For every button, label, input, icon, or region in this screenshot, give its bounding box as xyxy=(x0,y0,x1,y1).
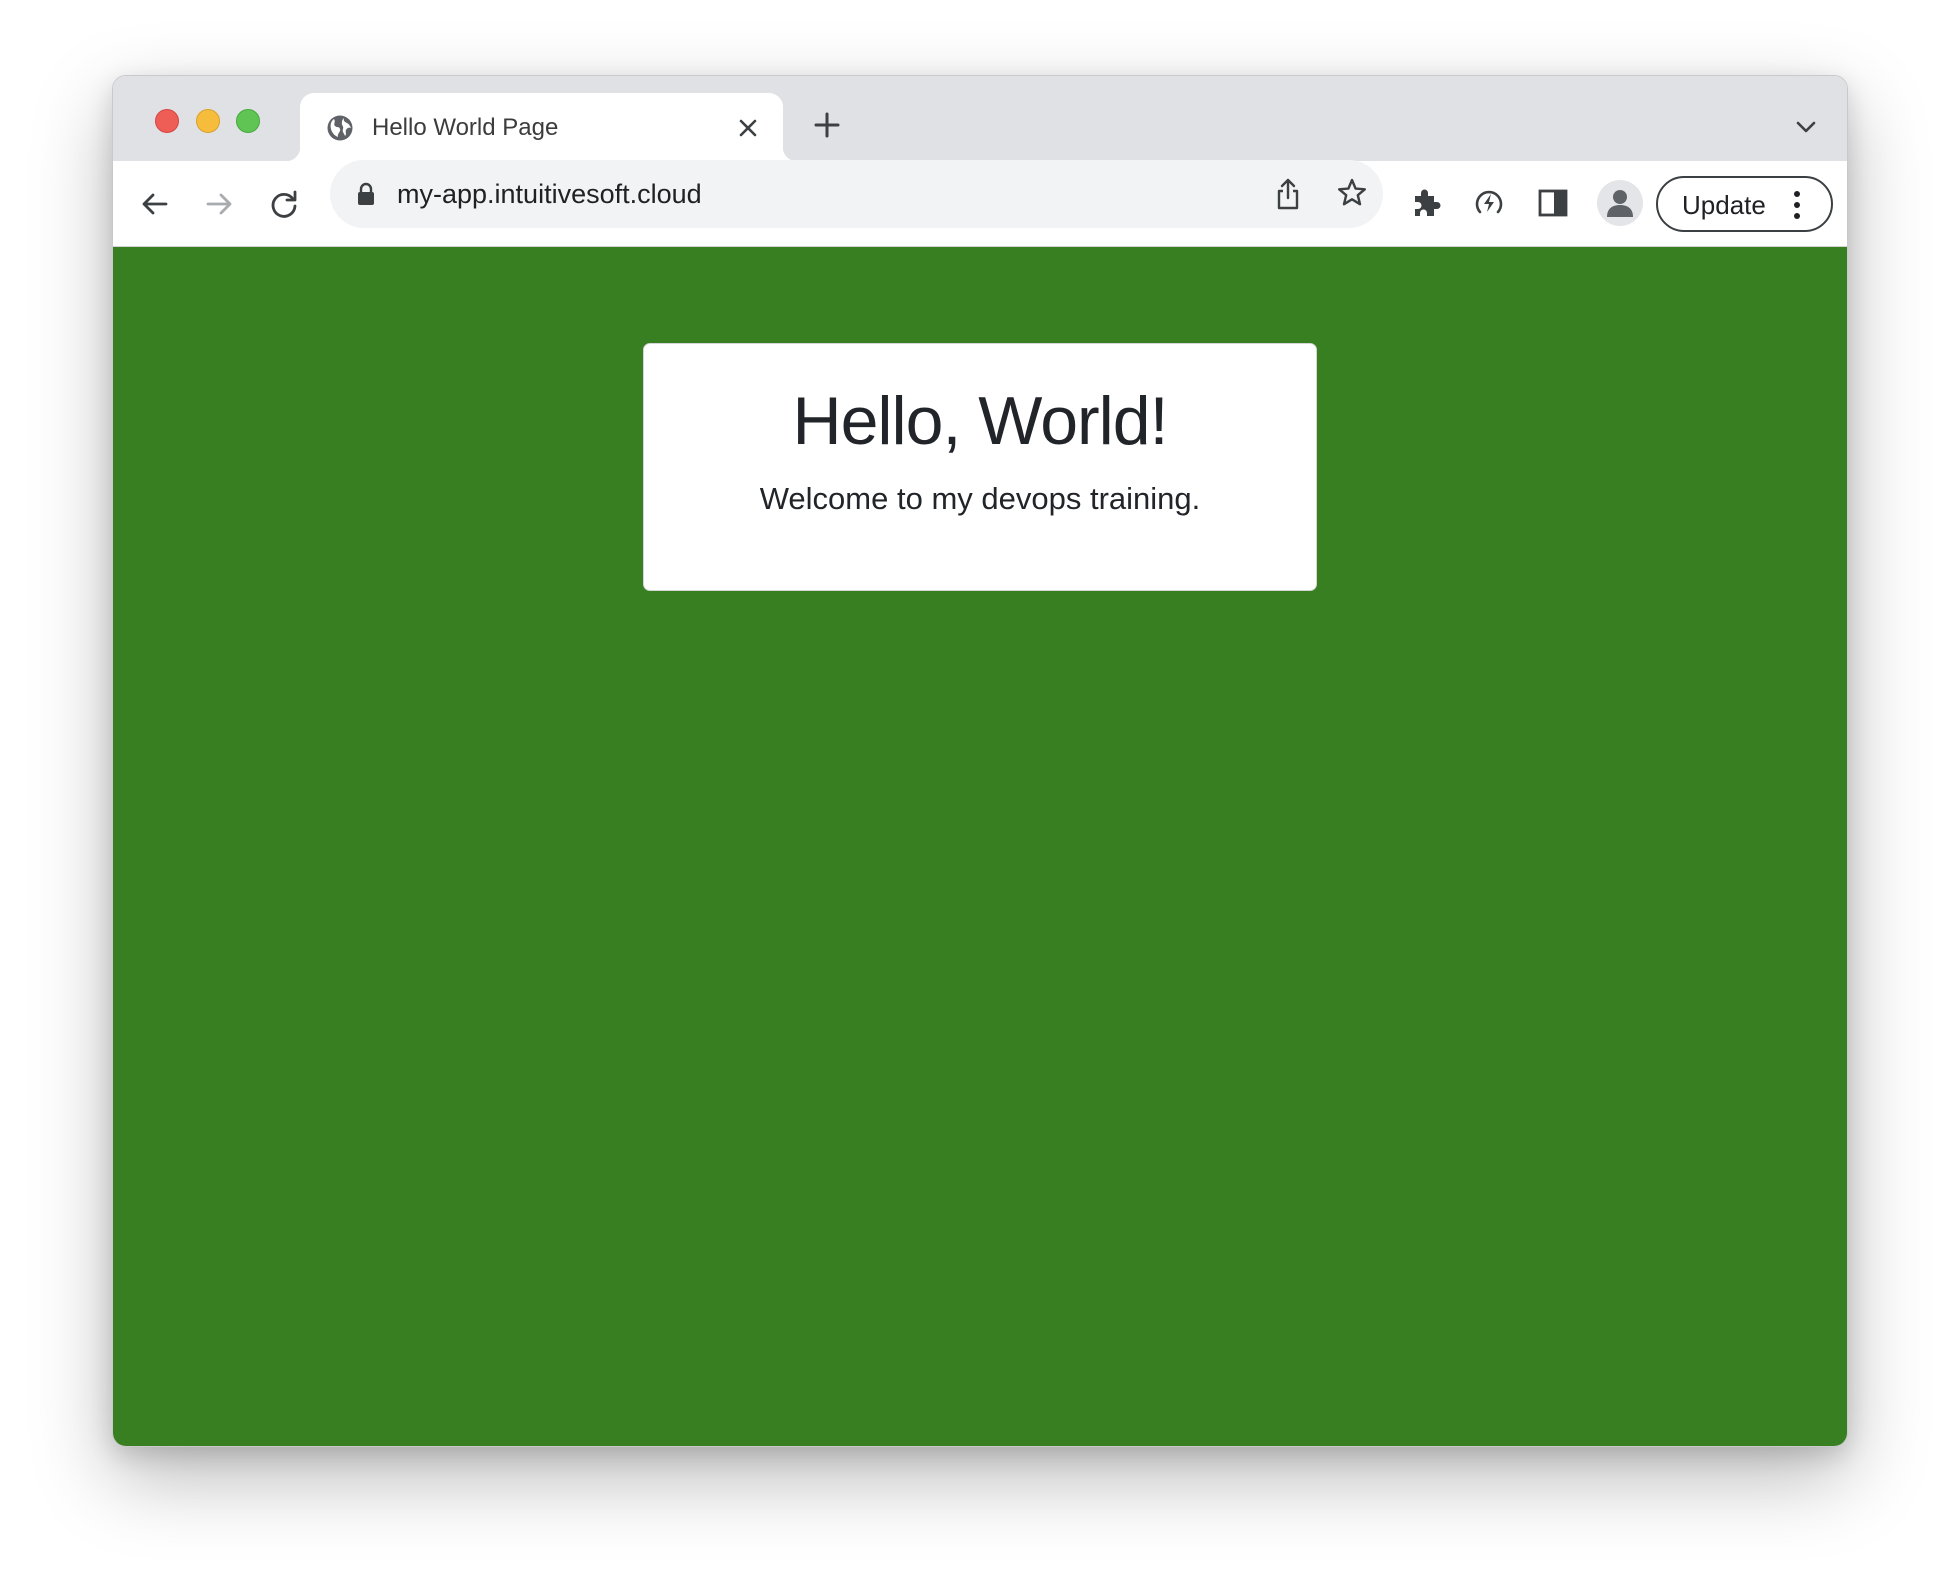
share-icon[interactable] xyxy=(1272,177,1304,211)
side-panel-icon[interactable] xyxy=(1537,187,1569,219)
arrow-right-icon[interactable] xyxy=(202,187,236,221)
browser-toolbar: my-app.intuitivesoft.cloud Update xyxy=(113,160,1847,247)
plus-icon[interactable] xyxy=(812,110,842,140)
tab-hello-world[interactable]: Hello World Page xyxy=(286,93,797,161)
person-icon xyxy=(1607,190,1633,217)
update-button[interactable]: Update xyxy=(1656,176,1833,232)
window-maximize-button[interactable] xyxy=(236,109,260,133)
close-icon[interactable] xyxy=(734,114,762,142)
star-icon[interactable] xyxy=(1335,176,1369,210)
chevron-down-icon[interactable] xyxy=(1794,115,1818,139)
lock-icon[interactable] xyxy=(356,182,376,206)
browser-window: Hello World Page my-app.intuitivesoft.cl… xyxy=(112,75,1848,1447)
page-subtitle: Welcome to my devops training. xyxy=(759,481,1201,516)
performance-icon[interactable] xyxy=(1471,185,1507,221)
address-bar[interactable]: my-app.intuitivesoft.cloud xyxy=(330,160,1383,228)
tab-title: Hello World Page xyxy=(372,114,559,141)
arrow-left-icon[interactable] xyxy=(138,187,172,221)
update-label: Update xyxy=(1682,190,1766,220)
window-minimize-button[interactable] xyxy=(196,109,220,133)
kebab-icon[interactable] xyxy=(1792,190,1802,220)
puzzle-icon[interactable] xyxy=(1407,185,1443,221)
greeting-card: Hello, World! Welcome to my devops train… xyxy=(643,343,1317,591)
url-text[interactable]: my-app.intuitivesoft.cloud xyxy=(397,178,702,210)
reload-icon[interactable] xyxy=(267,187,301,221)
page-title: Hello, World! xyxy=(792,383,1169,459)
tab-strip: Hello World Page xyxy=(113,76,1847,161)
profile-avatar[interactable] xyxy=(1597,180,1643,226)
window-close-button[interactable] xyxy=(155,109,179,133)
page-content: Hello, World! Welcome to my devops train… xyxy=(113,247,1847,1446)
globe-icon xyxy=(327,115,353,141)
